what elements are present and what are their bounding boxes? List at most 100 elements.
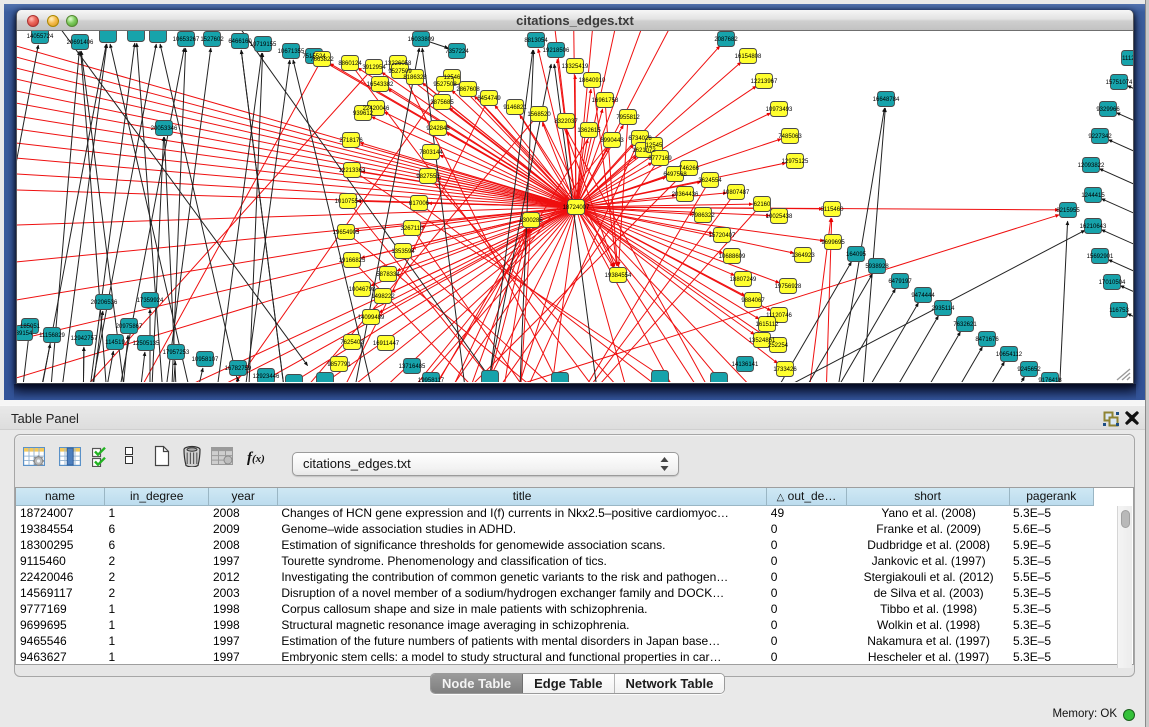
svg-text:10025438: 10025438 <box>766 214 793 220</box>
svg-text:18724007: 18724007 <box>563 205 590 211</box>
svg-text:13716485: 13716485 <box>399 364 426 370</box>
svg-text:8322037: 8322037 <box>554 119 578 125</box>
svg-text:10671355: 10671355 <box>278 49 305 55</box>
svg-text:8454749: 8454749 <box>477 96 501 102</box>
svg-text:10107554: 10107554 <box>335 199 362 205</box>
svg-text:19958117: 19958117 <box>418 378 445 382</box>
svg-text:3875685: 3875685 <box>430 100 454 106</box>
svg-text:11123: 11123 <box>1122 56 1133 62</box>
svg-text:20364436: 20364436 <box>672 192 699 198</box>
svg-text:11120746: 11120746 <box>766 313 792 319</box>
svg-text:19218506: 19218506 <box>543 48 570 54</box>
svg-text:7986322: 7986322 <box>691 213 715 219</box>
svg-text:16543382: 16543382 <box>367 82 394 88</box>
svg-text:12213363: 12213363 <box>339 168 366 174</box>
svg-text:16648784: 16648784 <box>873 97 900 103</box>
svg-text:19654905: 19654905 <box>333 230 360 236</box>
svg-text:9827552: 9827552 <box>416 174 440 180</box>
svg-text:3624554: 3624554 <box>698 178 722 184</box>
svg-text:1244415: 1244415 <box>1081 193 1105 199</box>
svg-text:20975867: 20975867 <box>116 324 143 330</box>
svg-text:10046798: 10046798 <box>349 287 376 293</box>
svg-text:1527602: 1527602 <box>200 37 224 43</box>
svg-text:19756928: 19756928 <box>775 284 802 290</box>
svg-text:15692901: 15692901 <box>1087 254 1114 260</box>
svg-text:8813054: 8813054 <box>524 38 548 44</box>
svg-text:13226058: 13226058 <box>385 61 412 67</box>
svg-text:19384554: 19384554 <box>605 273 632 279</box>
svg-text:39154: 39154 <box>17 331 33 337</box>
svg-text:9527508: 9527508 <box>433 82 457 88</box>
svg-text:1568520: 1568520 <box>527 112 551 118</box>
svg-text:7955812: 7955812 <box>616 115 640 121</box>
svg-text:8471676: 8471676 <box>975 337 999 343</box>
svg-text:16911447: 16911447 <box>373 341 400 347</box>
svg-text:9884067: 9884067 <box>741 298 765 304</box>
svg-text:12975125: 12975125 <box>782 159 809 165</box>
svg-text:18640910: 18640910 <box>579 78 606 84</box>
svg-text:9227342: 9227342 <box>1088 134 1112 140</box>
svg-text:9146821: 9146821 <box>503 105 527 111</box>
svg-text:164095: 164095 <box>846 252 867 258</box>
svg-text:15720407: 15720407 <box>709 233 736 239</box>
svg-text:114519: 114519 <box>105 340 125 346</box>
svg-text:9242848: 9242848 <box>426 126 450 132</box>
svg-text:9176418: 9176418 <box>1038 378 1062 382</box>
svg-text:14055724: 14055724 <box>27 34 54 40</box>
svg-text:13325419: 13325419 <box>562 64 589 70</box>
svg-text:2935114: 2935114 <box>932 306 956 312</box>
svg-text:6497568: 6497568 <box>663 172 687 178</box>
svg-text:12942757: 12942757 <box>71 336 98 342</box>
svg-text:10688609: 10688609 <box>719 254 746 260</box>
svg-text:6734028: 6734028 <box>628 136 652 142</box>
svg-text:2087682: 2087682 <box>714 37 738 43</box>
svg-text:8215955: 8215955 <box>1056 208 1080 214</box>
svg-text:7632621: 7632621 <box>953 322 977 328</box>
svg-text:14099489: 14099489 <box>358 315 385 321</box>
svg-text:185051: 185051 <box>20 324 41 330</box>
svg-text:12093822: 12093822 <box>1078 163 1105 169</box>
svg-text:746266: 746266 <box>679 166 700 172</box>
svg-text:1615112: 1615112 <box>756 322 780 328</box>
svg-text:1364923: 1364923 <box>791 253 815 259</box>
svg-text:939612: 939612 <box>353 111 374 117</box>
svg-text:252254: 252254 <box>768 343 789 349</box>
svg-text:2300285: 2300285 <box>519 218 543 224</box>
svg-text:19166825: 19166825 <box>339 258 366 264</box>
svg-text:7357224: 7357224 <box>445 49 469 55</box>
svg-text:116753: 116753 <box>1109 308 1129 314</box>
svg-text:12545: 12545 <box>646 143 663 149</box>
svg-text:10973493: 10973493 <box>766 107 793 113</box>
svg-text:20206536: 20206536 <box>91 300 118 306</box>
svg-text:2867608: 2867608 <box>456 87 480 93</box>
svg-text:16154808: 16154808 <box>735 54 762 60</box>
svg-text:1733426: 1733426 <box>773 367 797 373</box>
svg-text:1498222: 1498222 <box>371 294 395 300</box>
svg-text:17359924: 17359924 <box>137 298 164 304</box>
svg-text:10719155: 10719155 <box>250 42 277 48</box>
svg-text:10654112: 10654112 <box>996 352 1023 358</box>
svg-text:11156829: 11156829 <box>39 333 65 339</box>
svg-text:9777169: 9777169 <box>648 156 672 162</box>
svg-text:9329966: 9329966 <box>1096 107 1120 113</box>
svg-text:16033809: 16033809 <box>408 37 435 43</box>
svg-text:2718176: 2718176 <box>339 138 363 144</box>
svg-text:20053346: 20053346 <box>151 126 178 132</box>
svg-text:6479197: 6479197 <box>888 279 912 285</box>
svg-text:18807249: 18807249 <box>730 277 757 283</box>
svg-text:9115460: 9115460 <box>821 207 845 213</box>
svg-text:10958107: 10958107 <box>192 357 219 363</box>
svg-text:16961758: 16961758 <box>592 98 619 104</box>
svg-text:16782759: 16782759 <box>225 366 252 372</box>
svg-text:20691406: 20691406 <box>67 40 94 46</box>
svg-text:3267110: 3267110 <box>401 226 425 232</box>
svg-text:12505135: 12505135 <box>133 341 160 347</box>
svg-text:16210643: 16210643 <box>1080 224 1107 230</box>
svg-text:17010504: 17010504 <box>1099 280 1126 286</box>
svg-text:62160: 62160 <box>754 202 771 208</box>
svg-text:7485063: 7485063 <box>778 134 802 140</box>
svg-text:817006: 817006 <box>409 201 430 207</box>
svg-text:12546: 12546 <box>444 75 461 81</box>
svg-text:1353594: 1353594 <box>391 249 415 255</box>
svg-text:9245652: 9245652 <box>1017 367 1041 373</box>
